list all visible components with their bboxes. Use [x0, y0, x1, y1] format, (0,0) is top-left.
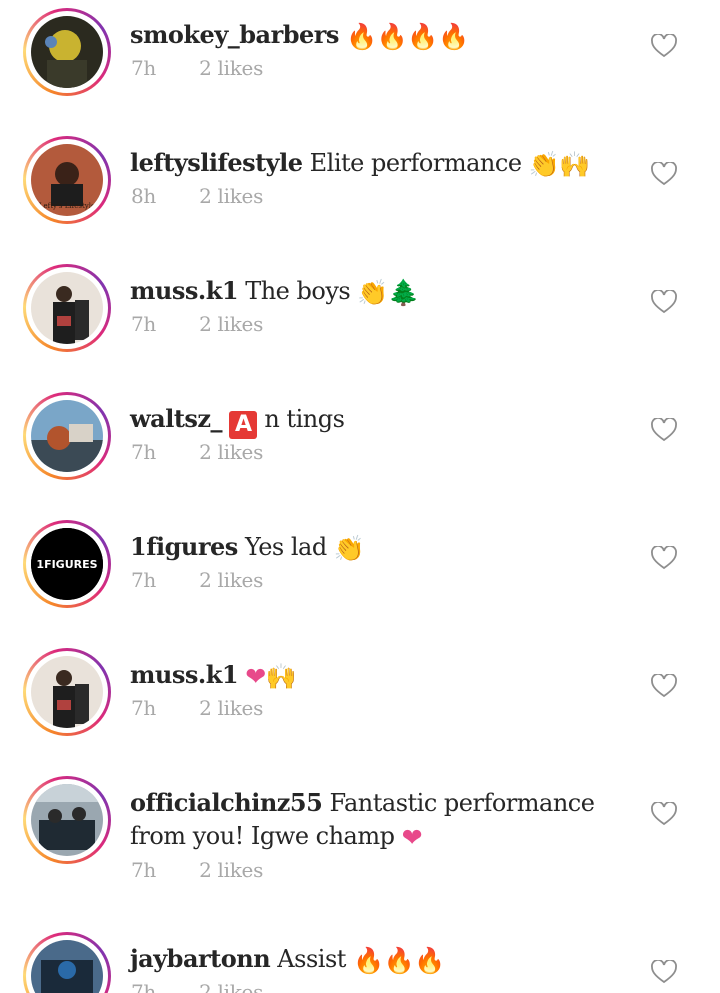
avatar[interactable]: 1FIGURES: [31, 528, 103, 600]
heart-outline-icon[interactable]: [651, 162, 677, 186]
comment-time: 7h: [131, 440, 157, 464]
avatar-logo-text: 1FIGURES: [36, 558, 97, 571]
clap-raise-emoji-icon: 👏🙌: [528, 150, 591, 179]
clap-emoji-icon: 👏: [333, 534, 365, 563]
heart-raise-emoji-icon: ❤🙌: [245, 662, 297, 691]
heart-outline-icon[interactable]: [651, 418, 677, 442]
avatar-story-ring[interactable]: [23, 648, 111, 736]
comment-text: smokey_barbers 🔥🔥🔥🔥: [130, 18, 650, 53]
comment-username[interactable]: waltsz_: [130, 404, 223, 433]
comment-body: Yes lad: [244, 533, 327, 561]
comment-text: muss.k1 The boys 👏🌲: [130, 274, 650, 309]
avatar[interactable]: [31, 16, 103, 88]
comment-meta: 7h 2 likes: [131, 56, 263, 80]
avatar[interactable]: [31, 272, 103, 344]
comment-text: muss.k1 ❤🙌: [130, 658, 650, 693]
comment-meta: 7h 2 likes: [131, 312, 263, 336]
comment-item: jaybartonn Assist 🔥🔥🔥 7h 2 likes: [0, 932, 720, 993]
comment-likes[interactable]: 2 likes: [199, 858, 263, 882]
clap-tree-emoji-icon: 👏🌲: [357, 278, 419, 307]
heart-outline-icon[interactable]: [651, 802, 677, 826]
comment-time: 7h: [131, 980, 157, 993]
heart-outline-icon[interactable]: [651, 290, 677, 314]
avatar[interactable]: [31, 784, 103, 856]
comment-meta: 7h 2 likes: [131, 696, 263, 720]
avatar[interactable]: [31, 400, 103, 472]
avatar-story-ring[interactable]: [23, 392, 111, 480]
comment-body: Elite performance: [309, 149, 522, 177]
heart-outline-icon[interactable]: [651, 34, 677, 58]
comment-likes[interactable]: 2 likes: [199, 184, 263, 208]
avatar-story-ring[interactable]: 1FIGURES: [23, 520, 111, 608]
comment-username[interactable]: officialchinz55: [130, 788, 323, 817]
comment-likes[interactable]: 2 likes: [199, 312, 263, 336]
comment-item: officialchinz55 Fantastic performance fr…: [0, 776, 720, 936]
avatar[interactable]: [31, 656, 103, 728]
comment-time: 7h: [131, 568, 157, 592]
avatar-story-ring[interactable]: [23, 932, 111, 993]
fire-emoji-icon: 🔥🔥🔥: [353, 946, 445, 975]
comment-username[interactable]: 1figures: [130, 532, 238, 561]
comment-text: waltsz_ A n tings: [130, 402, 650, 439]
fire-emoji-icon: 🔥🔥🔥🔥: [346, 22, 469, 51]
comment-meta: 7h 2 likes: [131, 440, 263, 464]
comment-body: n tings: [264, 405, 345, 433]
comment-username[interactable]: jaybartonn: [130, 944, 271, 973]
comment-text: 1figures Yes lad 👏: [130, 530, 650, 565]
heart-outline-icon[interactable]: [651, 960, 677, 984]
comment-item: muss.k1 ❤🙌 7h 2 likes: [0, 648, 720, 776]
comment-likes[interactable]: 2 likes: [199, 696, 263, 720]
comment-body: Assist: [277, 945, 346, 973]
avatar-story-ring[interactable]: Lefty's Lifestyle: [23, 136, 111, 224]
comment-likes[interactable]: 2 likes: [199, 980, 263, 993]
comment-time: 8h: [131, 184, 157, 208]
comment-text: officialchinz55 Fantastic performance fr…: [130, 786, 630, 854]
a-button-emoji-icon: A: [229, 411, 258, 439]
heart-outline-icon[interactable]: [651, 674, 677, 698]
comment-likes[interactable]: 2 likes: [199, 56, 263, 80]
comment-item: waltsz_ A n tings 7h 2 likes: [0, 392, 720, 520]
comment-time: 7h: [131, 312, 157, 336]
heart-emoji-icon: ❤: [401, 823, 423, 852]
comment-item: smokey_barbers 🔥🔥🔥🔥 7h 2 likes: [0, 8, 720, 136]
comment-username[interactable]: muss.k1: [130, 276, 239, 305]
avatar-story-ring[interactable]: [23, 776, 111, 864]
heart-outline-icon[interactable]: [651, 546, 677, 570]
comment-meta: 8h 2 likes: [131, 184, 263, 208]
comment-item: muss.k1 The boys 👏🌲 7h 2 likes: [0, 264, 720, 392]
avatar-story-ring[interactable]: [23, 264, 111, 352]
comment-time: 7h: [131, 696, 157, 720]
avatar-story-ring[interactable]: [23, 8, 111, 96]
comment-meta: 7h 2 likes: [131, 858, 263, 882]
comment-meta: 7h 2 likes: [131, 568, 263, 592]
avatar[interactable]: Lefty's Lifestyle: [31, 144, 103, 216]
avatar[interactable]: [31, 940, 103, 993]
comment-username[interactable]: leftyslifestyle: [130, 148, 303, 177]
comment-item: Lefty's Lifestyle leftyslifestyle Elite …: [0, 136, 720, 264]
comment-text: jaybartonn Assist 🔥🔥🔥: [130, 942, 650, 977]
comment-likes[interactable]: 2 likes: [199, 568, 263, 592]
comment-text: leftyslifestyle Elite performance 👏🙌: [130, 146, 650, 181]
comment-username[interactable]: muss.k1: [130, 660, 239, 689]
comment-time: 7h: [131, 858, 157, 882]
comment-username[interactable]: smokey_barbers: [130, 20, 339, 49]
comment-body: The boys: [245, 277, 351, 305]
svg-text:Lefty's Lifestyle: Lefty's Lifestyle: [39, 202, 95, 210]
comment-likes[interactable]: 2 likes: [199, 440, 263, 464]
comment-item: 1FIGURES 1figures Yes lad 👏 7h 2 likes: [0, 520, 720, 648]
comment-time: 7h: [131, 56, 157, 80]
comment-meta: 7h 2 likes: [131, 980, 263, 993]
